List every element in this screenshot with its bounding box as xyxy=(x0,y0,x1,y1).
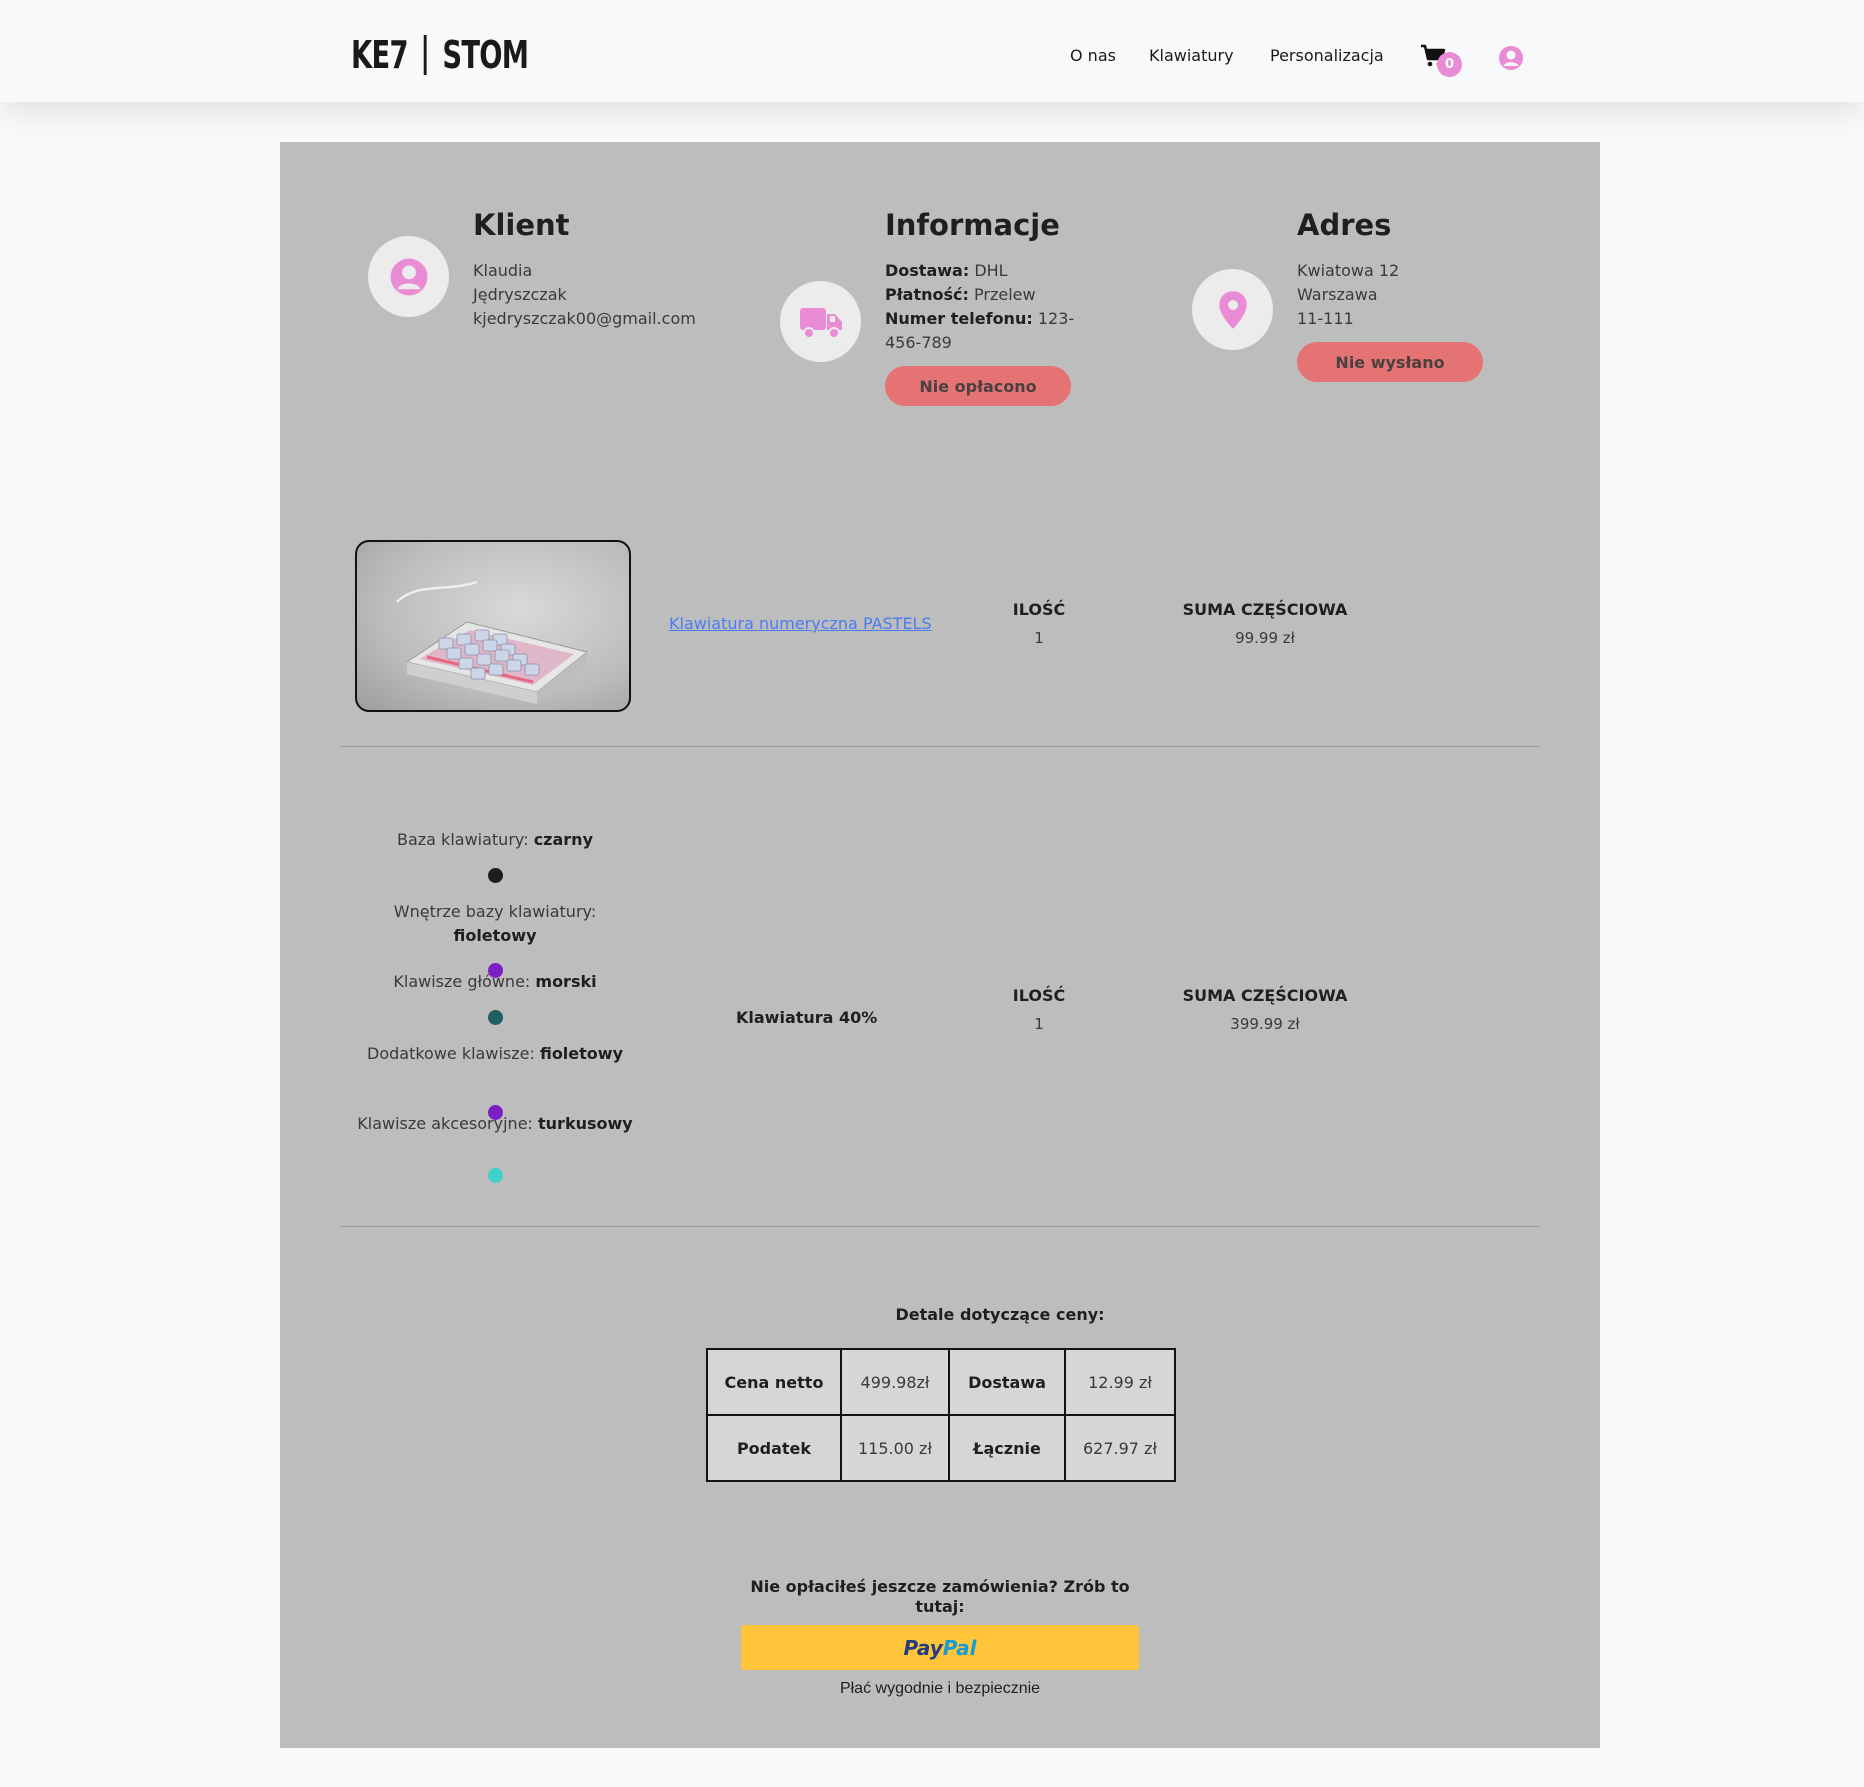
delivery-label: Dostawa: xyxy=(885,261,970,280)
total-value: 627.97 zł xyxy=(1064,1414,1176,1482)
address-title: Adres xyxy=(1297,208,1392,242)
address-street: Kwiatowa 12 xyxy=(1297,261,1400,280)
address-postal: 11-111 xyxy=(1297,309,1354,328)
paypal-button[interactable]: Pay Pal xyxy=(741,1625,1139,1670)
price-details-title: Detale dotyczące ceny: xyxy=(895,1305,1105,1324)
option-value: fioletowy xyxy=(453,926,537,945)
location-pin-icon xyxy=(1218,290,1247,329)
color-swatch-main-keys xyxy=(488,1010,503,1025)
option-label-extra-keys: Dodatkowe klawisze: fioletowy xyxy=(330,1042,660,1066)
product-name: Klawiatura 40% xyxy=(736,1008,878,1027)
color-swatch-accessory-keys xyxy=(488,1168,503,1183)
quantity-header: ILOŚĆ xyxy=(1012,600,1066,619)
site-header: KE7 STOM O nas Klawiatury Personalizacja … xyxy=(0,0,1864,102)
address-icon-circle xyxy=(1192,269,1273,350)
quantity-value: 1 xyxy=(1034,1015,1044,1033)
subtotal-value: 99.99 zł xyxy=(1235,629,1295,647)
payment-status-button[interactable]: Nie opłacono xyxy=(885,366,1071,406)
subtotal-header: SUMA CZĘŚCIOWA xyxy=(1182,600,1348,619)
payment-prompt: Nie opłaciłeś jeszcze zamówienia? Zrób t… xyxy=(750,1577,1130,1616)
delivery-cost-value: 12.99 zł xyxy=(1064,1348,1176,1416)
net-price-value: 499.98zł xyxy=(840,1348,950,1416)
shipping-status-button[interactable]: Nie wysłano xyxy=(1297,342,1483,382)
subtotal-value: 399.99 zł xyxy=(1230,1015,1300,1033)
truck-icon xyxy=(799,307,842,339)
logo[interactable]: KE7 STOM xyxy=(351,33,529,77)
net-price-label: Cena netto xyxy=(706,1348,842,1416)
option-value: morski xyxy=(535,972,597,991)
product-image[interactable] xyxy=(355,540,631,712)
paypal-logo-pay: Pay xyxy=(903,1635,943,1660)
nav-link-about[interactable]: O nas xyxy=(1070,46,1116,65)
client-first-name: Klaudia xyxy=(473,261,533,280)
item-divider xyxy=(340,1226,1540,1227)
numpad-keyboard-image xyxy=(396,580,589,704)
paypal-subtitle: Płać wygodnie i bezpiecznie xyxy=(839,1680,1041,1697)
option-label-text: Klawisze akcesoryjne: xyxy=(357,1114,533,1133)
order-details-panel: Klient Klaudia Jędryszczak kjedryszczak0… xyxy=(280,142,1600,1748)
delivery-line: Dostawa: DHL xyxy=(885,259,1008,283)
info-title: Informacje xyxy=(885,208,1060,242)
product-link[interactable]: Klawiatura numeryczna PASTELS xyxy=(669,614,932,633)
phone-label: Numer telefonu: xyxy=(885,309,1033,328)
color-swatch-base xyxy=(488,868,503,883)
item-divider xyxy=(340,746,1540,747)
phone-value-part1: 123- xyxy=(1037,309,1075,328)
payment-label: Płatność: xyxy=(885,285,969,304)
logo-divider xyxy=(423,35,427,75)
option-label-base-interior: Wnętrze bazy klawiatury: fioletowy xyxy=(330,900,660,948)
delivery-value: DHL xyxy=(974,261,1008,280)
quantity-header: ILOŚĆ xyxy=(1012,986,1066,1005)
quantity-value: 1 xyxy=(1034,629,1044,647)
client-email: kjedryszczak00@gmail.com xyxy=(473,309,696,328)
option-label-accessory-keys: Klawisze akcesoryjne: turkusowy xyxy=(330,1112,660,1136)
subtotal-header: SUMA CZĘŚCIOWA xyxy=(1182,986,1348,1005)
phone-value-part2: 456-789 xyxy=(885,333,952,352)
client-title: Klient xyxy=(473,208,570,242)
delivery-cost-label: Dostawa xyxy=(948,1348,1066,1416)
option-label-main-keys: Klawisze główne: morski xyxy=(330,970,660,994)
option-label-text: Dodatkowe klawisze: xyxy=(367,1044,535,1063)
price-table: Cena netto 499.98zł Dostawa 12.99 zł Pod… xyxy=(706,1348,1176,1482)
option-label-text: Wnętrze bazy klawiatury: xyxy=(393,902,597,921)
payment-line: Płatność: Przelew xyxy=(885,283,1036,307)
client-icon-circle xyxy=(368,236,449,317)
logo-left-text: KE7 xyxy=(351,33,408,77)
option-label-text: Baza klawiatury: xyxy=(396,830,529,849)
option-value: fioletowy xyxy=(539,1044,623,1063)
paypal-logo-pal: Pal xyxy=(942,1635,977,1660)
option-value: turkusowy xyxy=(538,1114,633,1133)
cart-count-badge: 0 xyxy=(1437,52,1462,77)
nav-link-keyboards[interactable]: Klawiatury xyxy=(1149,46,1234,65)
nav-link-personalization[interactable]: Personalizacja xyxy=(1270,46,1384,65)
address-city: Warszawa xyxy=(1297,285,1378,304)
tax-label: Podatek xyxy=(706,1414,842,1482)
user-account-icon[interactable] xyxy=(1498,45,1524,71)
delivery-icon-circle xyxy=(780,281,861,362)
client-last-name: Jędryszczak xyxy=(473,285,567,304)
table-row: Podatek 115.00 zł Łącznie 627.97 zł xyxy=(706,1414,1176,1482)
option-label-text: Klawisze główne: xyxy=(393,972,531,991)
option-label-base: Baza klawiatury: czarny xyxy=(330,828,660,852)
user-icon xyxy=(390,258,427,295)
total-label: Łącznie xyxy=(948,1414,1066,1482)
tax-value: 115.00 zł xyxy=(840,1414,950,1482)
phone-line: Numer telefonu: 123- xyxy=(885,307,1074,331)
logo-right-text: STOM xyxy=(442,33,529,77)
table-row: Cena netto 499.98zł Dostawa 12.99 zł xyxy=(706,1348,1176,1416)
payment-value: Przelew xyxy=(974,285,1036,304)
option-value: czarny xyxy=(533,830,593,849)
